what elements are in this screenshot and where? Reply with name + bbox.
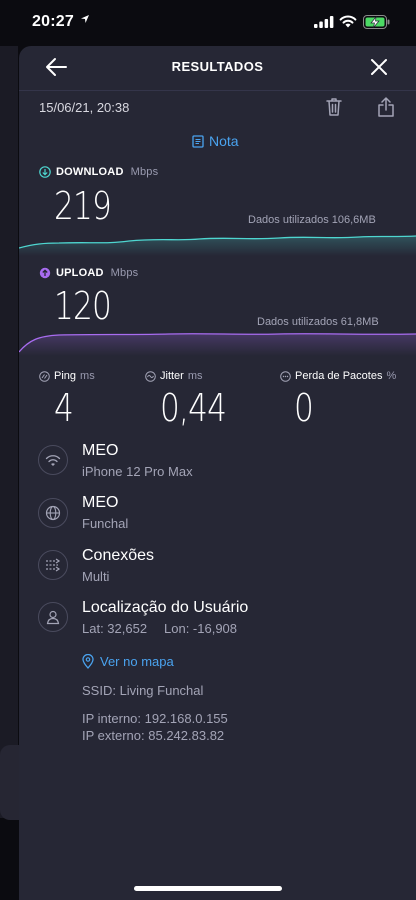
info-connections-icon-wrap [38,550,68,580]
status-time: 20:27 [32,13,74,30]
test-date: 15/06/21, 20:38 [39,100,130,115]
download-value: 219 [54,184,112,228]
info-user-icon-wrap [38,602,68,632]
packet-loss-unit: % [386,370,397,382]
connections-mode: Multi [82,569,110,584]
connections-title: Conexões [82,547,155,564]
upload-label: UPLOAD Mbps [39,267,138,279]
user-longitude: Lon: -16,908 [164,621,238,636]
user-location-title: Localização do Usuário [82,599,249,616]
note-label: Nota [209,133,239,149]
ping-value: 4 [54,386,74,430]
map-pin-icon [82,654,94,669]
header-divider [19,90,416,91]
packet-loss-value: 0 [294,386,314,430]
ping-unit: ms [80,370,95,382]
jitter-value: 0,44 [160,386,227,430]
jitter-title: Jitter [160,370,184,382]
device-name: iPhone 12 Pro Max [82,464,193,479]
packet-loss-title: Perda de Pacotes [295,370,383,382]
connections-icon [46,558,61,572]
download-arrow-icon [39,166,51,178]
wifi-icon [45,454,61,466]
user-latitude: Lat: 32,652 [82,621,148,636]
download-speed-graph [19,235,416,256]
external-ip-text: IP externo: 85.242.83.82 [82,728,225,743]
view-on-map-label: Ver no mapa [100,654,174,669]
view-on-map-link[interactable]: Ver no mapa [82,654,174,669]
ssid-text: SSID: Living Funchal [82,683,204,698]
upload-arrow-icon [39,267,51,279]
upload-unit: Mbps [110,267,139,279]
provider-name: MEO [82,442,119,459]
background-sheet [0,46,18,818]
trash-icon[interactable] [324,97,344,117]
user-icon [46,610,60,625]
packet-loss-icon [280,370,291,382]
home-indicator[interactable] [134,886,282,891]
wifi-status-icon [339,15,357,28]
info-provider-icon-wrap [38,445,68,475]
ping-title: Ping [54,370,77,382]
page-title: RESULTADOS [171,59,264,74]
server-location: Funchal [82,516,129,531]
server-provider: MEO [82,494,119,511]
status-bar: 20:27 [0,0,416,46]
jitter-unit: ms [187,370,203,382]
globe-icon [45,505,61,521]
download-data-used: Dados utilizados 106,6MB [248,214,376,226]
location-arrow-icon [81,15,89,23]
ping-label: Ping ms [39,370,95,382]
close-icon[interactable] [370,58,388,76]
internal-ip-text: IP interno: 192.168.0.155 [82,711,228,726]
note-button[interactable]: Nota [192,133,239,149]
share-icon[interactable] [377,96,395,118]
info-server-icon-wrap [38,498,68,528]
download-unit: Mbps [130,166,159,178]
download-title: DOWNLOAD [56,166,124,178]
cellular-signal-icon [314,16,334,28]
back-arrow-icon[interactable] [44,56,68,78]
download-label: DOWNLOAD Mbps [39,166,158,178]
jitter-icon [145,370,156,382]
upload-title: UPLOAD [56,267,104,279]
jitter-label: Jitter ms [145,370,203,382]
packet-loss-label: Perda de Pacotes % [280,370,396,382]
battery-charging-icon [363,15,390,29]
ping-icon [39,370,50,382]
note-icon [192,134,204,148]
upload-speed-graph [19,333,416,356]
upload-value: 120 [54,284,112,328]
